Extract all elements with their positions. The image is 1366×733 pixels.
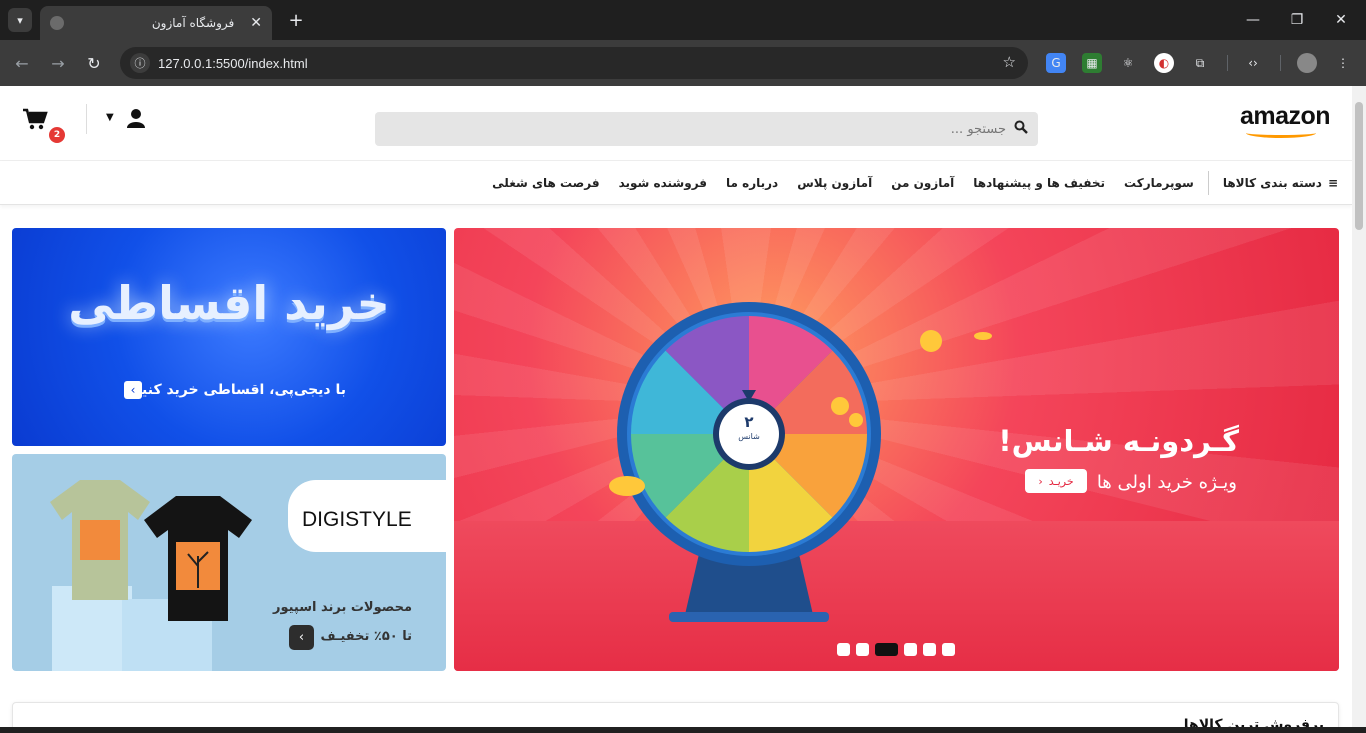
installment-caption: با دیجی‌پی، اقساطی خرید کنید! [127,382,346,398]
nav-item-become-seller[interactable]: فروشنده شوید [619,176,707,190]
site-header: amazon جستجو ... ▼ 2 [0,86,1352,161]
user-menu[interactable]: ▼ [106,108,148,134]
promo-buy-button[interactable]: خریـد ‹ [1025,469,1087,493]
new-tab-button[interactable]: + [284,8,308,32]
amazon-logo[interactable]: amazon [1240,102,1338,138]
search-placeholder: جستجو ... [950,121,1006,137]
cart-count-badge: 2 [49,127,65,143]
slider-dot[interactable] [904,643,917,656]
chevron-left-icon[interactable]: ‹ [124,381,142,399]
caret-down-icon: ▼ [106,112,114,123]
search-box[interactable]: جستجو ... [375,112,1038,146]
react-extension-icon[interactable]: ⚛ [1118,53,1138,73]
nav-item-supermarket[interactable]: سوپرمارکت [1124,176,1194,190]
hamburger-icon: ≡ [1327,175,1338,190]
toolbar-divider [1280,55,1281,71]
address-bar[interactable]: ⓘ 127.0.0.1:5500/index.html ☆ [120,47,1028,79]
browser-toolbar: ← → ↻ ⓘ 127.0.0.1:5500/index.html ☆ G ▦ … [0,40,1366,86]
page-viewport: amazon جستجو ... ▼ 2 ≡ دسته بندی کالاها … [0,86,1352,733]
wheel-center-number: ۲ [744,413,754,431]
nav-item-careers[interactable]: فرصت های شغلی [492,176,599,190]
scrollbar-thumb[interactable] [1355,102,1363,230]
black-tshirt-illustration [144,496,252,621]
slider-dot[interactable] [856,643,869,656]
devtools-code-icon[interactable]: ‹› [1243,53,1263,73]
menu-kebab-icon[interactable]: ⋮ [1333,53,1353,73]
logo-smile-icon [1246,128,1316,138]
color-extension-icon[interactable]: ◐ [1154,53,1174,73]
search-icon[interactable] [1014,120,1028,138]
nav-categories-label: دسته بندی کالاها [1222,175,1322,190]
installment-heading: خرید اقساطی [68,276,390,330]
nav-item-my-amazon[interactable]: آمازون من [891,176,954,190]
green-tshirt-illustration [50,480,150,600]
spreadsheet-extension-icon[interactable]: ▦ [1082,53,1102,73]
bookmark-star-icon[interactable]: ☆ [1003,53,1016,71]
slider-dots [837,643,955,656]
brand-name: DIGISTYLE [302,508,412,531]
coin-decoration [609,476,645,496]
slider-dot[interactable] [923,643,936,656]
tab-title: فروشگاه آمازون [151,16,235,30]
toolbar-divider [1227,55,1228,71]
digistyle-banner[interactable]: DIGISTYLE محصولات برند اسپیور تا ۵۰٪ تخف… [12,454,446,671]
main-nav: ≡ دسته بندی کالاها سوپرمارکت تخفیف ها و … [0,161,1352,205]
promo-title: گـردونـه شـانس! [998,424,1239,458]
header-divider [86,104,87,134]
nav-item-about[interactable]: درباره ما [726,176,778,190]
close-icon[interactable]: ✕ [250,15,262,31]
promo-buy-label: خریـد [1048,474,1074,488]
profile-avatar[interactable] [1297,53,1317,73]
main-slider[interactable]: ۲ شانس گـردونـه شـانس! ویـژه خرید اولی ه… [454,228,1339,671]
forward-icon[interactable]: → [46,51,70,75]
cart-icon [23,108,48,130]
reload-icon[interactable]: ↻ [82,51,106,75]
extensions-puzzle-icon[interactable]: ⧉ [1190,53,1210,73]
tab-search-button[interactable]: ▾ [8,8,32,32]
slider-dot-active[interactable] [875,643,898,656]
minimize-icon[interactable]: — [1241,8,1265,32]
promo-subtitle: ویـژه خرید اولی ها [1096,472,1237,493]
logo-text: amazon [1240,102,1331,130]
cart-button[interactable]: 2 [22,108,70,144]
coin-decoration [920,330,942,352]
user-icon [127,109,145,128]
digistyle-line2: تا ۵۰٪ تخفیـف [320,629,412,644]
back-icon[interactable]: ← [10,51,34,75]
browser-tab[interactable]: فروشگاه آمازون ✕ [40,6,272,40]
slider-dot[interactable] [942,643,955,656]
digistyle-line1: محصولات برند اسپیور [272,600,412,615]
translate-extension-icon[interactable]: G [1046,53,1066,73]
site-info-icon[interactable]: ⓘ [130,53,150,73]
slider-dot[interactable] [837,643,850,656]
globe-icon [50,16,64,30]
chevron-left-icon: ‹ [1038,474,1043,488]
taskbar-edge [0,727,1366,733]
restore-icon[interactable]: ❐ [1285,8,1309,32]
page-scrollbar[interactable] [1352,86,1366,733]
wheel-of-fortune-illustration [617,302,881,622]
browser-tabbar: ▾ فروشگاه آمازون ✕ + — ❐ ✕ [0,0,1366,40]
installment-banner[interactable]: خرید اقساطی با دیجی‌پی، اقساطی خرید کنید… [12,228,446,446]
chevron-left-icon[interactable]: ‹ [289,625,314,650]
nav-item-amazon-plus[interactable]: آمازون پلاس [797,176,872,190]
nav-item-offers[interactable]: تخفیف ها و پیشنهادها [973,176,1105,190]
wheel-center-label: شانس [738,432,760,441]
nav-categories[interactable]: ≡ دسته بندی کالاها [1207,170,1338,195]
window-close-icon[interactable]: ✕ [1329,8,1353,32]
url-text: 127.0.0.1:5500/index.html [158,55,308,71]
coin-decoration [974,332,992,340]
